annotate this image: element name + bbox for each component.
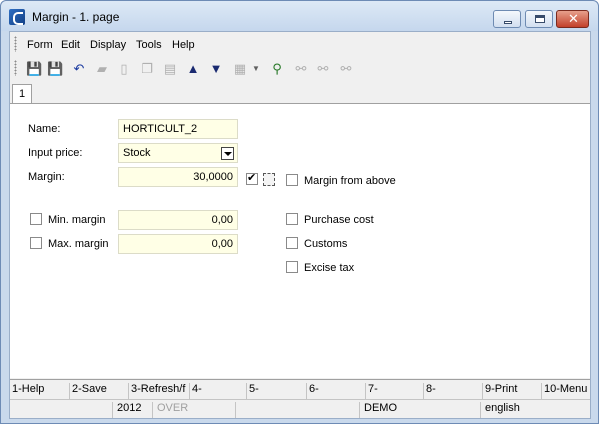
status-mode: OVER (152, 402, 235, 418)
fkey-7[interactable]: 7- (365, 383, 423, 399)
fkey-3[interactable]: 3-Refresh/f (128, 383, 189, 399)
purchase-cost-checkbox[interactable] (286, 213, 298, 225)
new-document-icon[interactable]: ▯ (116, 61, 132, 77)
binoculars-prev-icon[interactable]: ⚯ (315, 61, 331, 77)
open-folder-icon[interactable]: ▰ (94, 61, 110, 77)
customs-checkbox[interactable] (286, 237, 298, 249)
close-icon: ✕ (568, 11, 579, 26)
arrow-down-icon[interactable]: ▼ (208, 61, 224, 77)
toolbar: 💾 💾 ↶ ▰ ▯ ❐ ▤ ▲ ▼ ▦ ▼ ⚲ ⚯ ⚯ ⚯ (10, 56, 590, 82)
margin-from-above-label: Margin from above (304, 175, 396, 187)
status-cell-empty-2 (235, 402, 359, 418)
chevron-down-icon[interactable] (221, 147, 234, 160)
input-price-select[interactable]: Stock (118, 143, 238, 163)
function-key-bar: 1-Help 2-Save 3-Refresh/f 4- 5- 6- 7- 8-… (10, 379, 590, 399)
maximize-icon (535, 15, 545, 23)
min-margin-field[interactable]: 0,00 (118, 210, 238, 230)
toolbar-grip-icon[interactable] (14, 60, 17, 76)
arrow-up-icon[interactable]: ▲ (185, 61, 201, 77)
menu-help[interactable]: Help (172, 39, 195, 51)
print-icon[interactable]: ▦ (232, 61, 248, 77)
margin-checkbox[interactable] (246, 171, 258, 185)
max-margin-field[interactable]: 0,00 (118, 234, 238, 254)
fkey-10[interactable]: 10-Menu (541, 383, 590, 399)
title-bar[interactable]: Margin - 1. page ✕ (1, 1, 598, 31)
form-page: Name: HORTICULT_2 Input price: Stock Mar… (10, 103, 590, 378)
status-cell-empty (10, 402, 112, 418)
name-field[interactable]: HORTICULT_2 (118, 119, 238, 139)
menu-grip-icon[interactable] (14, 36, 17, 52)
minimize-icon (504, 21, 512, 24)
app-logo-icon (9, 9, 25, 25)
fkey-9[interactable]: 9-Print (482, 383, 541, 399)
undo-icon[interactable]: ↶ (71, 61, 87, 77)
status-bar: 2012 OVER DEMO english (10, 399, 590, 418)
input-price-value: Stock (123, 147, 151, 159)
menu-bar: Form Edit Display Tools Help (10, 32, 590, 56)
copy-icon[interactable]: ❐ (139, 61, 155, 77)
max-margin-label: Max. margin (48, 238, 109, 250)
min-margin-checkbox[interactable] (30, 213, 42, 225)
status-database: DEMO (359, 402, 480, 418)
tab-strip: 1 (10, 82, 590, 104)
calculator-icon[interactable] (263, 173, 275, 186)
fkey-8[interactable]: 8- (423, 383, 482, 399)
fkey-1[interactable]: 1-Help (10, 383, 69, 399)
fkey-5[interactable]: 5- (246, 383, 306, 399)
fkey-6[interactable]: 6- (306, 383, 365, 399)
close-button[interactable]: ✕ (556, 10, 589, 28)
menu-display[interactable]: Display (90, 39, 126, 51)
excise-tax-label: Excise tax (304, 262, 355, 274)
maximize-button[interactable] (525, 10, 553, 28)
status-language: english (480, 402, 590, 418)
status-year: 2012 (112, 402, 152, 418)
dropdown-arrow-icon[interactable]: ▼ (251, 61, 261, 77)
max-margin-checkbox[interactable] (30, 237, 42, 249)
save-icon[interactable]: 💾 (26, 61, 42, 77)
minimize-button[interactable] (493, 10, 521, 28)
purchase-cost-label: Purchase cost (304, 214, 374, 226)
fkey-2[interactable]: 2-Save (69, 383, 128, 399)
application-window: Margin - 1. page ✕ Form Edit Display Too… (0, 0, 599, 424)
binoculars-icon[interactable]: ⚯ (293, 61, 309, 77)
find-filter-icon[interactable]: ⚲ (269, 61, 285, 77)
name-label: Name: (28, 123, 61, 135)
margin-field[interactable]: 30,0000 (118, 167, 238, 187)
tab-page-1[interactable]: 1 (12, 84, 32, 104)
fkey-4[interactable]: 4- (189, 383, 246, 399)
save-as-icon[interactable]: 💾 (47, 61, 63, 77)
input-price-label: Input price: (28, 147, 83, 159)
menu-edit[interactable]: Edit (61, 39, 80, 51)
min-margin-label: Min. margin (48, 214, 106, 226)
window-title: Margin - 1. page (32, 10, 120, 24)
client-area: Form Edit Display Tools Help 💾 💾 ↶ ▰ ▯ ❐… (9, 31, 591, 419)
menu-tools[interactable]: Tools (136, 39, 162, 51)
margin-from-above-checkbox[interactable] (286, 174, 298, 186)
menu-form[interactable]: Form (27, 39, 53, 51)
margin-label: Margin: (28, 171, 65, 183)
binoculars-next-icon[interactable]: ⚯ (338, 61, 354, 77)
book-icon[interactable]: ▤ (162, 61, 178, 77)
customs-label: Customs (304, 238, 348, 250)
excise-tax-checkbox[interactable] (286, 261, 298, 273)
